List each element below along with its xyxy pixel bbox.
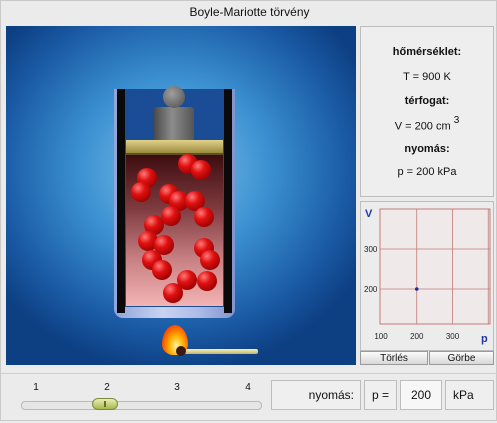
window-title: Boyle-Mariotte törvény xyxy=(189,5,310,19)
y-tick-label: 200 xyxy=(364,285,378,294)
volume-value-row: V = 200 cm 3 xyxy=(361,115,493,133)
pressure-label: nyomás: xyxy=(404,143,450,155)
gas-molecule xyxy=(197,271,217,291)
pressure-value: p = 200 kPa xyxy=(397,166,457,178)
x-tick-label: 200 xyxy=(410,332,424,341)
gas-molecule xyxy=(194,207,214,227)
pv-graph: V p 300 200 100 200 300 xyxy=(360,201,494,351)
gas-molecule xyxy=(152,260,172,280)
plot-area xyxy=(379,208,491,325)
app-window: Boyle-Mariotte törvény hőmérséklet: T = … xyxy=(0,0,497,421)
control-bar: 1 2 3 4 nyomás: p = 200 kPa xyxy=(1,373,497,423)
piston xyxy=(126,140,223,155)
slider-tick-label: 4 xyxy=(245,382,251,393)
y-tick-label: 300 xyxy=(364,245,378,254)
gas-molecule xyxy=(161,206,181,226)
x-tick-label: 300 xyxy=(446,332,460,341)
simulation-canvas xyxy=(6,26,356,365)
gas-molecule xyxy=(191,160,211,180)
state-point xyxy=(414,287,419,291)
curve-button[interactable]: Görbe xyxy=(429,351,494,365)
temperature-value: T = 900 K xyxy=(403,71,451,83)
gas-molecule xyxy=(131,182,151,202)
unit-label: kPa xyxy=(445,380,494,410)
volume-value: V = 200 cm xyxy=(394,120,451,133)
volume-exponent: 3 xyxy=(453,115,460,126)
pressure-slider-thumb[interactable] xyxy=(92,398,118,410)
slider-tick-label: 3 xyxy=(174,382,180,393)
cylinder-wall-left xyxy=(117,89,125,313)
pressure-slider-track[interactable] xyxy=(21,401,262,410)
clear-button[interactable]: Törlés xyxy=(360,351,428,365)
p-label: p = xyxy=(364,380,397,410)
match-stick xyxy=(182,349,258,354)
gas-molecule xyxy=(163,283,183,303)
pv-graph-svg: V p 300 200 100 200 300 xyxy=(364,208,491,345)
volume-label: térfogat: xyxy=(404,95,450,107)
state-info-panel: hőmérséklet: T = 900 K térfogat: V = 200… xyxy=(360,26,494,197)
slider-tick-label: 1 xyxy=(33,382,39,393)
slider-tick-label: 2 xyxy=(104,382,110,393)
cylinder-wall-right xyxy=(224,89,232,313)
temperature-label: hőmérséklet: xyxy=(392,46,462,58)
x-axis-title: p xyxy=(481,333,488,345)
match-head xyxy=(176,346,186,356)
weight-knob xyxy=(163,86,185,108)
x-tick-label: 100 xyxy=(374,332,388,341)
pressure-caption: nyomás: xyxy=(271,380,361,410)
gas-molecule xyxy=(200,250,220,270)
y-axis-title: V xyxy=(365,208,373,220)
pressure-value-field[interactable]: 200 xyxy=(400,380,442,410)
weight xyxy=(154,107,194,140)
